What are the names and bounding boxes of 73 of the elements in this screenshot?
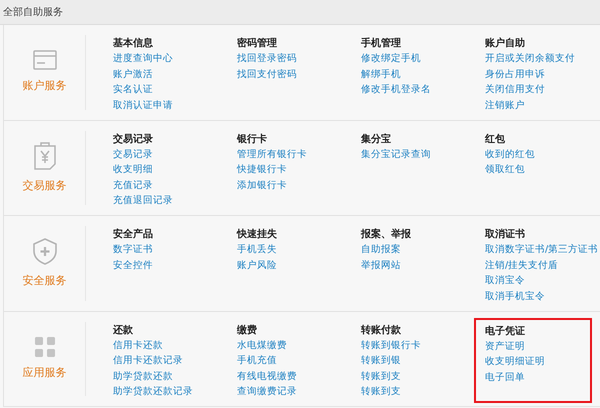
service-link[interactable]: 信用卡还款记录 [113,353,183,368]
service-link[interactable]: 助学贷款还款 [113,368,173,384]
group-heading: 账户自助 [485,37,525,51]
service-link[interactable]: 开启或关闭余额支付 [485,51,575,66]
group-heading: 取消证书 [485,228,525,242]
group-heading: 电子凭证 [485,324,525,338]
service-link[interactable]: 修改手机登录名 [361,82,431,98]
receipt-icon [34,142,56,170]
service-link[interactable]: 充值记录 [113,178,153,193]
service-link[interactable]: 电子回单 [485,370,525,385]
service-link[interactable]: 数字证书 [113,242,153,258]
service-link[interactable]: 手机充值 [237,353,277,368]
service-link[interactable]: 集分宝记录查询 [361,146,431,162]
group-heading: 手机管理 [361,37,401,51]
service-link[interactable]: 注销账户 [485,98,525,113]
service-link[interactable]: 管理所有银行卡 [237,146,307,162]
service-link[interactable]: 查询缴费记录 [237,384,297,400]
service-link[interactable]: 进度查询中心 [113,51,173,66]
service-link[interactable]: 收到的红包 [485,146,535,162]
group-heading: 红包 [485,132,505,146]
service-link[interactable]: 举报网站 [361,258,401,273]
group-heading: 转账付款 [361,324,401,338]
group-heading: 密码管理 [237,37,277,51]
service-link[interactable]: 实名认证 [113,82,153,98]
group-heading: 快速挂失 [237,228,277,242]
service-link[interactable]: 账户激活 [113,66,153,82]
grid-icon [34,336,54,356]
page-title: 全部自助服务 [3,6,63,20]
service-link[interactable]: 收支明细 [113,162,153,178]
section-label: 应用服务 [22,364,66,380]
group-heading: 缴费 [237,324,257,338]
service-link[interactable]: 转账到支 [361,368,401,384]
service-link[interactable]: 取消认证申请 [113,98,173,113]
service-link[interactable]: 找回登录密码 [237,51,297,66]
service-link[interactable]: 注销/挂失支付盾 [485,258,558,273]
service-link[interactable]: 修改绑定手机 [361,51,421,66]
service-link[interactable]: 资产证明 [485,338,525,354]
group-heading: 基本信息 [113,37,153,51]
service-link[interactable]: 取消宝令 [485,273,525,288]
group-heading: 交易记录 [113,132,153,146]
service-link[interactable]: 关闭信用支付 [485,82,545,98]
service-link[interactable]: 添加银行卡 [237,178,287,193]
service-link[interactable]: 转账到银 [361,353,401,368]
section-label: 账户服务 [22,78,66,94]
service-link[interactable]: 领取红包 [485,162,525,178]
group-heading: 还款 [113,324,133,338]
service-link[interactable]: 收支明细证明 [485,354,545,370]
service-link[interactable]: 解绑手机 [361,66,401,82]
service-link[interactable]: 交易记录 [113,146,153,162]
service-link[interactable]: 助学贷款还款记录 [113,384,193,400]
service-link[interactable]: 充值退回记录 [113,193,173,208]
service-link[interactable]: 账户风险 [237,258,277,273]
group-heading: 银行卡 [237,132,267,146]
service-link[interactable]: 有线电视缴费 [237,368,297,384]
service-link[interactable]: 信用卡还款 [113,338,163,353]
shield-icon [32,238,56,264]
service-link[interactable]: 快捷银行卡 [237,162,287,178]
service-link[interactable]: 转账到银行卡 [361,338,421,353]
group-heading: 安全产品 [113,228,153,242]
section-label: 交易服务 [22,178,66,194]
service-link[interactable]: 手机丢失 [237,242,277,258]
service-link[interactable]: 水电煤缴费 [237,338,287,353]
service-link[interactable]: 找回支付密码 [237,66,297,82]
service-link[interactable]: 取消手机宝令 [485,288,545,304]
card-icon [32,50,56,70]
service-link[interactable]: 转账到支 [361,384,401,400]
service-link[interactable]: 安全控件 [113,258,153,273]
group-heading: 报案、举报 [361,228,411,242]
service-link[interactable]: 自助报案 [361,242,401,258]
group-heading: 集分宝 [361,132,391,146]
service-link[interactable]: 取消数字证书/第三方证书 [485,242,598,258]
service-link[interactable]: 身份占用申诉 [485,66,545,82]
section-label: 安全服务 [22,272,66,288]
